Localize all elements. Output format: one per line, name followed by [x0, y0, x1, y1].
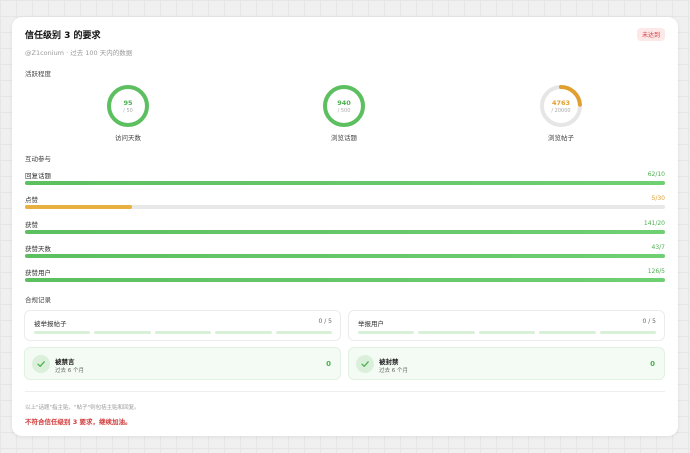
bar-value: 43/7 [651, 244, 665, 251]
segment [154, 331, 212, 334]
bar-value: 126/5 [647, 268, 665, 275]
bar-track [25, 205, 665, 209]
flagged-users-segments [358, 331, 657, 334]
silenced-count: 0 [326, 360, 331, 368]
card-subtitle: @Z1conium · 过去 100 天内的数据 [25, 49, 133, 57]
ring-target: / 500 [337, 108, 351, 114]
flagged-users-box: 举报用户 0 / 5 [348, 310, 665, 341]
ring-topics-viewed: 940 / 500 浏览话题 [309, 84, 379, 142]
flagged-posts-count: 0 / 5 [318, 318, 332, 325]
segment [94, 331, 151, 334]
status-badge: 未达到 [636, 28, 665, 41]
flagged-posts-segments [34, 331, 333, 334]
bar-label: 回复话题 [25, 172, 51, 180]
ring-label: 浏览帖子 [548, 134, 574, 142]
suspended-count: 0 [650, 360, 655, 368]
segment [599, 331, 657, 334]
bar-fill [25, 254, 665, 258]
card-title: 信任级别 3 的要求 [25, 31, 101, 41]
segment [539, 331, 596, 334]
bar-fill [25, 205, 132, 209]
ring-target: / 20000 [551, 108, 571, 114]
activity-section-label: 活跃程度 [25, 70, 51, 78]
bar-label: 获赞 [25, 221, 38, 229]
flagged-users-count: 0 / 5 [642, 318, 656, 325]
bar-label: 点赞 [25, 196, 38, 204]
suspended-box: 被封禁 过去 6 个月 0 [348, 347, 665, 380]
bar-label: 获赞用户 [25, 269, 51, 277]
segment [418, 331, 475, 334]
ring-value: 4763 [551, 99, 571, 107]
suspended-title: 被封禁 [379, 358, 399, 366]
ring-visit-days: 95 / 50 访问天数 [93, 84, 163, 142]
flagged-posts-label: 被举报帖子 [34, 320, 67, 328]
bar-value: 62/10 [647, 171, 665, 178]
bar-fill [25, 181, 665, 185]
interaction-section-label: 互动参与 [25, 155, 51, 163]
bar-track [25, 254, 665, 258]
check-icon [356, 355, 374, 373]
silenced-title: 被禁言 [55, 358, 75, 366]
ring-posts-viewed: 4763 / 20000 浏览帖子 [526, 84, 596, 142]
bar-value: 5/30 [651, 195, 665, 202]
status-message: 不符合信任级别 3 要求，继续加油。 [25, 418, 132, 426]
silenced-box: 被禁言 过去 6 个月 0 [24, 347, 341, 380]
ring-value: 95 [123, 99, 133, 107]
divider [25, 391, 665, 392]
flagged-posts-box: 被举报帖子 0 / 5 [24, 310, 341, 341]
trust-level-card: 信任级别 3 的要求 未达到 @Z1conium · 过去 100 天内的数据 … [12, 17, 678, 436]
segment [275, 331, 333, 334]
bar-track [25, 278, 665, 282]
ring-label: 浏览话题 [331, 134, 357, 142]
bar-fill [25, 230, 665, 234]
ring-label: 访问天数 [115, 134, 141, 142]
segment [34, 331, 91, 334]
bar-label: 获赞天数 [25, 245, 51, 253]
compliance-section-label: 合规记录 [25, 296, 51, 304]
segment [215, 331, 272, 334]
bar-value: 141/20 [643, 220, 665, 227]
bar-track [25, 181, 665, 185]
flagged-users-label: 举报用户 [358, 320, 384, 328]
footnote: 以上"话题"指主贴，"帖子"则包括主贴和回复。 [25, 405, 140, 411]
ring-value: 940 [337, 99, 351, 107]
segment [358, 331, 415, 334]
bar-fill [25, 278, 665, 282]
segment [478, 331, 536, 334]
bar-track [25, 230, 665, 234]
silenced-period: 过去 6 个月 [55, 368, 84, 374]
check-icon [32, 355, 50, 373]
suspended-period: 过去 6 个月 [379, 368, 408, 374]
ring-target: / 50 [123, 108, 133, 114]
